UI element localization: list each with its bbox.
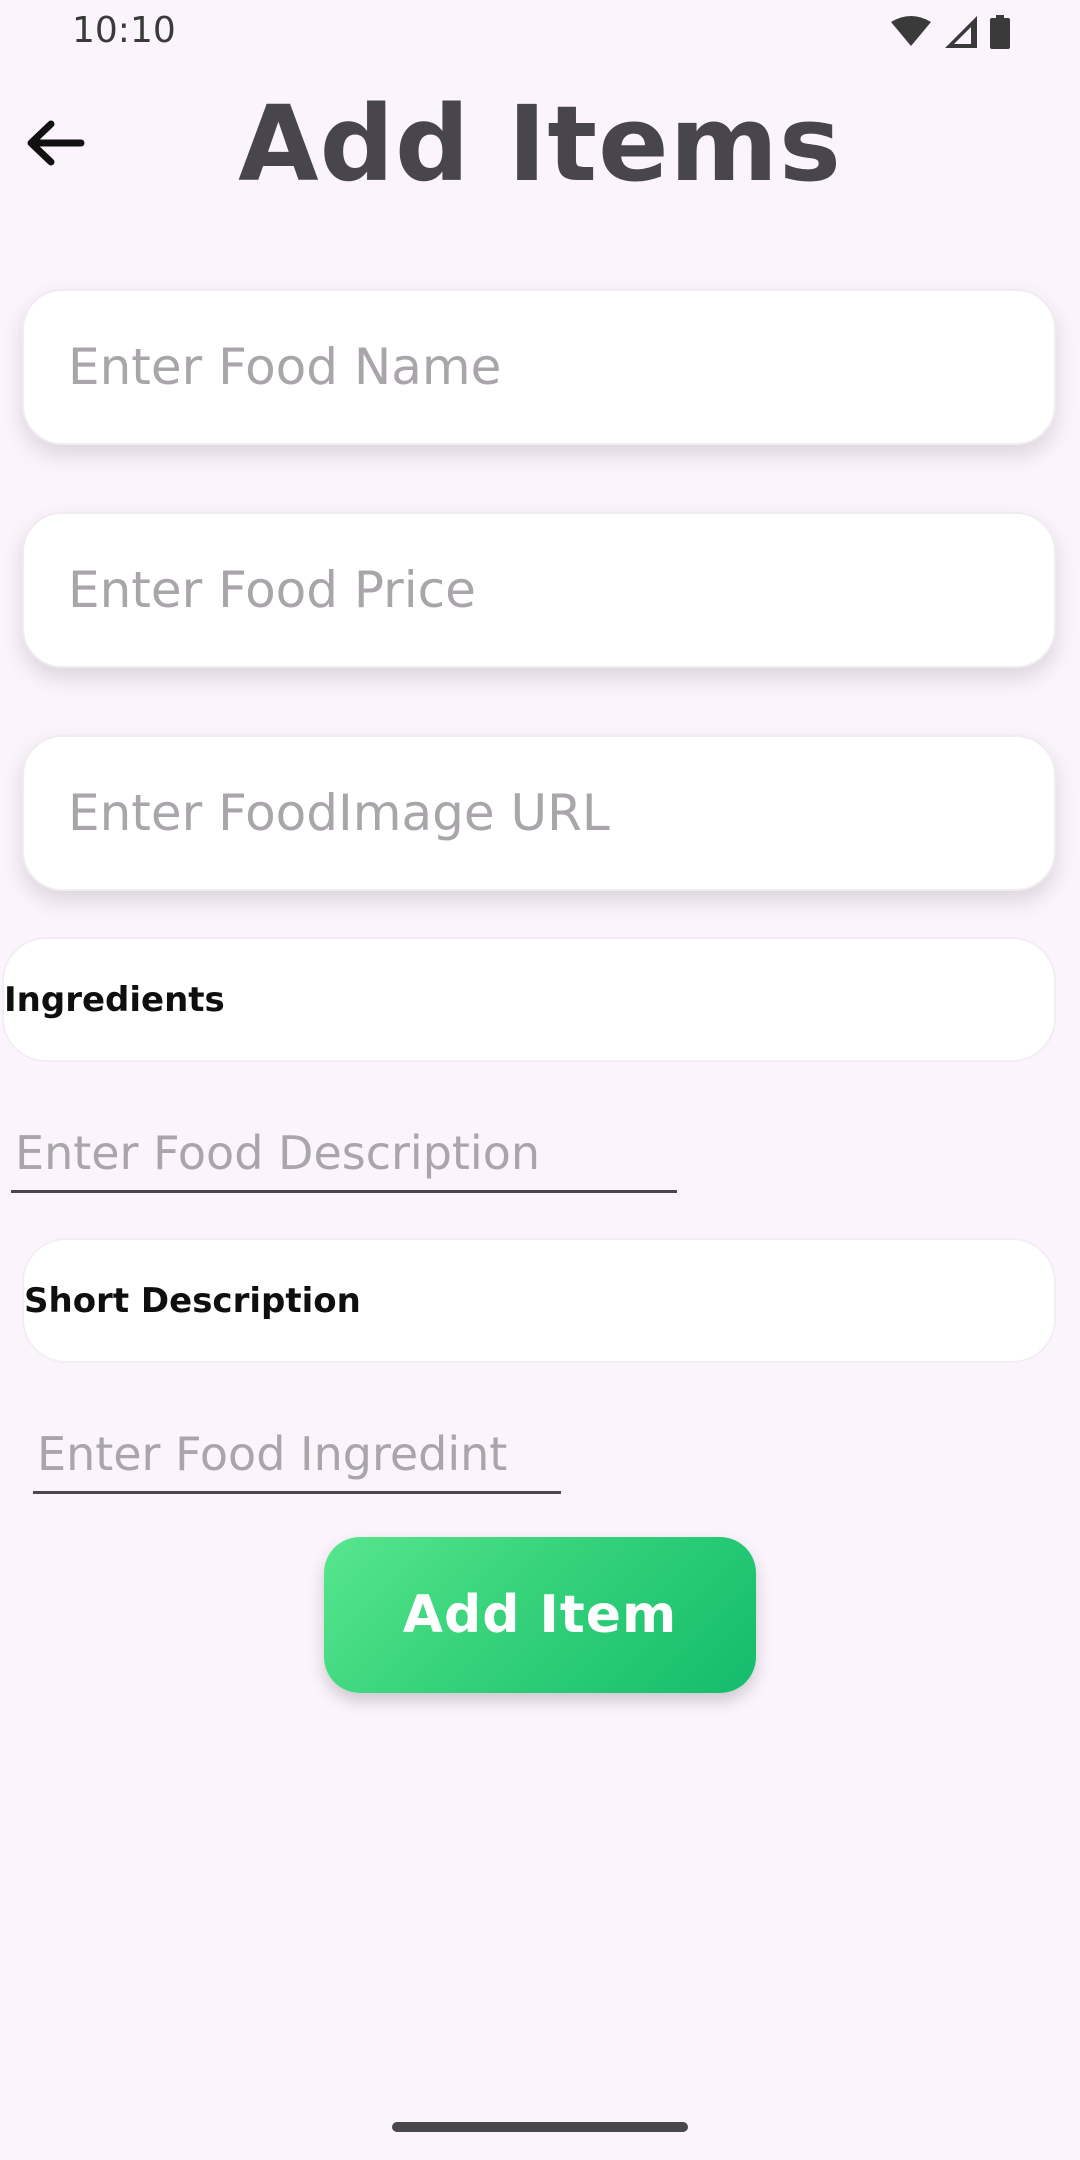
- ingredients-section-card: Ingredients: [2, 937, 1056, 1062]
- cellular-signal-icon: [945, 16, 977, 48]
- wifi-icon: [891, 16, 931, 46]
- add-item-button[interactable]: Add Item: [324, 1537, 756, 1693]
- ingredients-label: Ingredients: [4, 979, 225, 1020]
- short-description-label: Short Description: [24, 1280, 361, 1321]
- food-price-placeholder: Enter Food Price: [68, 561, 476, 619]
- food-image-url-placeholder: Enter FoodImage URL: [68, 784, 610, 842]
- short-description-section-card: Short Description: [22, 1238, 1056, 1363]
- status-time: 10:10: [72, 10, 176, 51]
- app-header: Add Items: [0, 78, 1080, 218]
- status-bar: 10:10: [0, 0, 1080, 66]
- add-item-button-label: Add Item: [402, 1585, 678, 1645]
- page-title: Add Items: [238, 83, 842, 205]
- food-image-url-input[interactable]: Enter FoodImage URL: [22, 735, 1056, 891]
- food-name-placeholder: Enter Food Name: [68, 338, 502, 396]
- food-price-input[interactable]: Enter Food Price: [22, 512, 1056, 668]
- status-icons: [890, 14, 1010, 50]
- battery-icon: [990, 15, 1010, 49]
- home-indicator[interactable]: [392, 2122, 688, 2132]
- food-name-input[interactable]: Enter Food Name: [22, 289, 1056, 445]
- food-ingredient-placeholder: Enter Food Ingredint: [37, 1427, 508, 1481]
- food-description-placeholder: Enter Food Description: [15, 1126, 541, 1180]
- food-ingredient-input[interactable]: Enter Food Ingredint: [33, 1421, 561, 1494]
- food-description-input[interactable]: Enter Food Description: [11, 1120, 677, 1193]
